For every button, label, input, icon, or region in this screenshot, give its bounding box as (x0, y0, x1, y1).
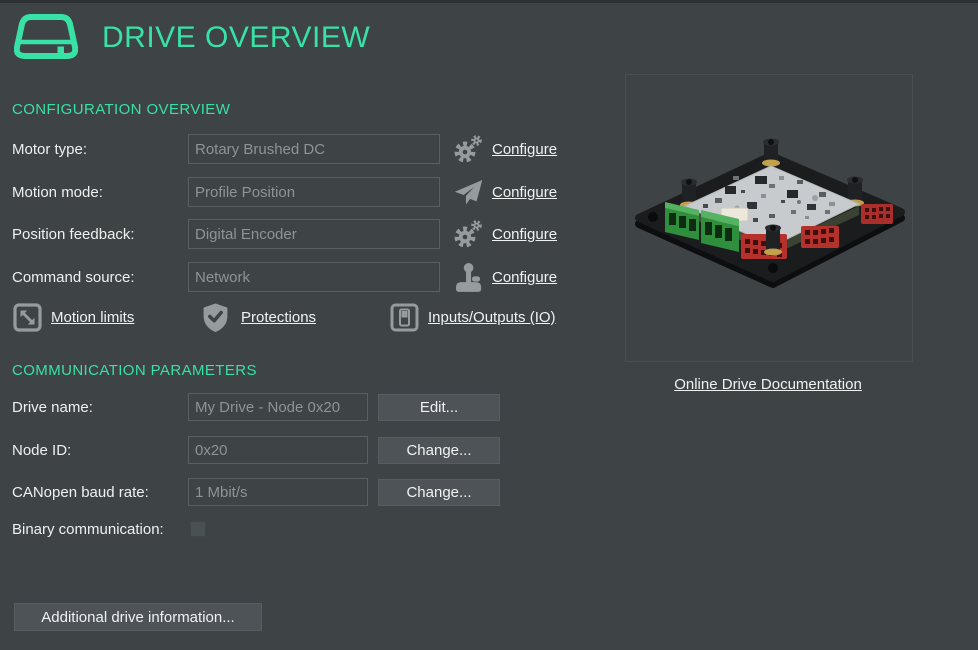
baud-rate-value (188, 478, 368, 506)
motion-limits-icon (12, 302, 43, 333)
binary-communication-checkbox[interactable] (190, 521, 206, 537)
motor-type-label: Motor type: (12, 141, 188, 158)
node-id-row: Node ID: Change... (12, 436, 500, 464)
communication-section-heading: COMMUNICATION PARAMETERS (12, 362, 257, 379)
documentation-link-wrap: Online Drive Documentation (625, 376, 911, 394)
top-border-strip (0, 0, 978, 3)
position-feedback-row: Position feedback: Configure (12, 219, 557, 249)
motion-mode-configure-link[interactable]: Configure (492, 184, 557, 201)
paper-plane-icon (452, 176, 484, 208)
drive-image-panel (625, 74, 913, 362)
node-id-value (188, 436, 368, 464)
drive-name-value (188, 393, 368, 421)
online-drive-documentation-link[interactable]: Online Drive Documentation (674, 376, 862, 393)
command-source-label: Command source: (12, 269, 188, 286)
inputs-outputs-link[interactable]: Inputs/Outputs (IO) (389, 302, 556, 333)
motion-limits-link[interactable]: Motion limits (12, 302, 134, 333)
baud-rate-row: CANopen baud rate: Change... (12, 478, 500, 506)
motor-type-row: Motor type: Configure (12, 134, 557, 164)
io-switch-icon (389, 302, 420, 333)
command-source-row: Command source: Configure (12, 262, 557, 292)
position-feedback-label: Position feedback: (12, 226, 188, 243)
drive-name-edit-button[interactable]: Edit... (378, 394, 500, 421)
binary-communication-label: Binary communication: (12, 521, 188, 538)
page-header: DRIVE OVERVIEW (14, 12, 370, 64)
drive-name-row: Drive name: Edit... (12, 393, 500, 421)
command-source-configure-link[interactable]: Configure (492, 269, 557, 286)
drive-icon (14, 12, 78, 64)
joystick-icon (452, 261, 484, 293)
inputs-outputs-label: Inputs/Outputs (IO) (428, 309, 556, 326)
command-source-value (188, 262, 440, 292)
position-feedback-configure-link[interactable]: Configure (492, 226, 557, 243)
baud-rate-change-button[interactable]: Change... (378, 479, 500, 506)
protections-link[interactable]: Protections (202, 302, 316, 333)
motor-type-value (188, 134, 440, 164)
position-feedback-value (188, 219, 440, 249)
additional-drive-information-button[interactable]: Additional drive information... (14, 603, 262, 631)
node-id-change-button[interactable]: Change... (378, 437, 500, 464)
page-title: DRIVE OVERVIEW (102, 21, 370, 55)
motor-type-configure-link[interactable]: Configure (492, 141, 557, 158)
shield-check-icon (202, 302, 233, 333)
motion-mode-value (188, 177, 440, 207)
drive-name-label: Drive name: (12, 399, 188, 416)
motion-limits-label: Motion limits (51, 309, 134, 326)
motion-mode-row: Motion mode: Configure (12, 177, 557, 207)
gears-icon (452, 133, 484, 165)
protections-label: Protections (241, 309, 316, 326)
binary-communication-row: Binary communication: (12, 521, 188, 537)
quick-links-row: Motion limits Protections Inputs/Outputs… (12, 302, 592, 334)
gears-icon (452, 218, 484, 250)
drive-photo (629, 118, 909, 318)
motion-mode-label: Motion mode: (12, 184, 188, 201)
node-id-label: Node ID: (12, 442, 188, 459)
configuration-section-heading: CONFIGURATION OVERVIEW (12, 101, 230, 118)
baud-rate-label: CANopen baud rate: (12, 484, 188, 501)
